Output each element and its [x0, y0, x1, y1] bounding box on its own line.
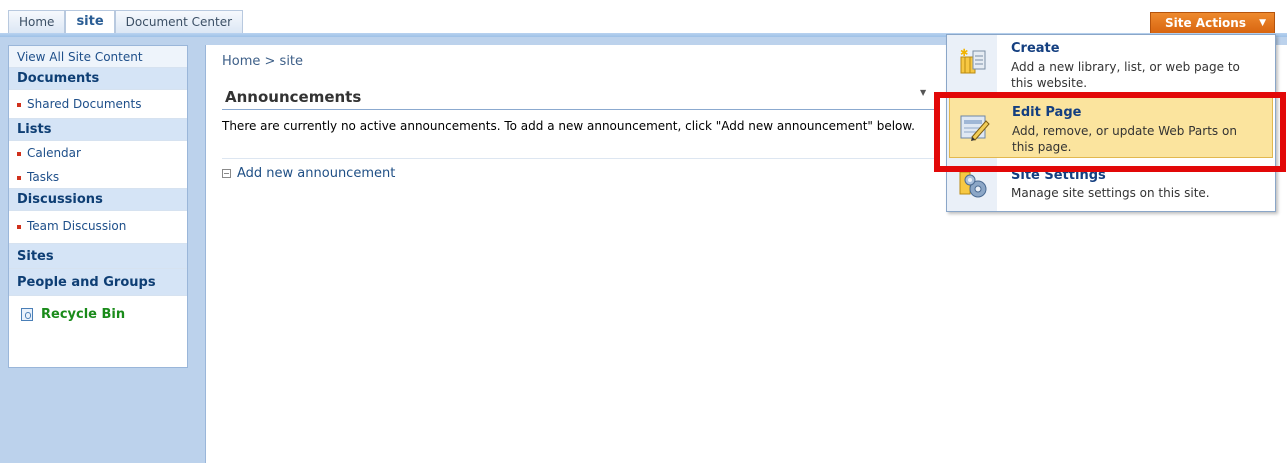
menu-item-create-title: Create — [1011, 41, 1060, 56]
menu-item-site-settings[interactable]: Site Settings Manage site settings on th… — [947, 159, 1275, 211]
announcements-empty-text: There are currently no active announceme… — [222, 119, 915, 133]
webpart-divider — [222, 158, 934, 159]
menu-item-edit-page-desc: Add, remove, or update Web Parts on this… — [1012, 124, 1237, 154]
nav-item-tasks[interactable]: Tasks — [9, 166, 187, 189]
svg-text:✱: ✱ — [960, 48, 968, 59]
edit-page-icon — [960, 115, 990, 141]
menu-item-edit-page-title: Edit Page — [1012, 105, 1082, 120]
recycle-bin-label: Recycle Bin — [41, 307, 126, 322]
site-settings-icon — [959, 171, 987, 198]
add-new-announcement-link[interactable]: Add new announcement — [222, 166, 395, 181]
nav-heading-sites[interactable]: Sites — [9, 244, 187, 269]
nav-item-label: Team Discussion — [27, 219, 127, 233]
nav-item-shared-documents[interactable]: Shared Documents — [9, 90, 187, 119]
nav-item-team-discussion[interactable]: Team Discussion — [9, 211, 187, 244]
site-actions-menu: ✱ Create Add a new library, list, or web… — [946, 34, 1276, 212]
webpart-menu-icon[interactable]: ▼ — [920, 88, 926, 97]
create-icon: ✱ — [960, 48, 986, 74]
view-all-site-content-link[interactable]: View All Site Content — [9, 46, 187, 68]
bullet-icon — [17, 102, 21, 107]
tab-document-center[interactable]: Document Center — [114, 10, 244, 34]
webpart-title-divider — [222, 109, 934, 110]
site-actions-button[interactable]: Site Actions ▼ — [1150, 12, 1275, 34]
nav-heading-lists[interactable]: Lists — [9, 119, 187, 141]
nav-heading-discussions[interactable]: Discussions — [9, 189, 187, 211]
tab-home[interactable]: Home — [8, 10, 66, 34]
menu-item-create[interactable]: ✱ Create Add a new library, list, or web… — [947, 35, 1275, 93]
chevron-down-icon: ▼ — [1259, 18, 1266, 28]
top-bar: Home site Document Center Site Actions ▼ — [0, 0, 1287, 35]
bullet-icon — [17, 175, 21, 180]
add-item-icon — [222, 169, 231, 178]
nav-item-label: Shared Documents — [27, 97, 142, 111]
nav-item-calendar[interactable]: Calendar — [9, 141, 187, 166]
nav-item-label: Tasks — [27, 170, 60, 184]
recycle-bin-link[interactable]: Recycle Bin — [9, 296, 187, 336]
menu-item-create-desc: Add a new library, list, or web page to … — [1011, 60, 1240, 90]
site-actions-label: Site Actions — [1165, 16, 1246, 30]
add-new-announcement-label: Add new announcement — [237, 166, 396, 181]
bullet-icon — [17, 151, 21, 156]
nav-heading-people-and-groups[interactable]: People and Groups — [9, 269, 187, 296]
bullet-icon — [17, 224, 21, 229]
recycle-bin-icon — [21, 308, 33, 321]
tab-site[interactable]: site — [65, 10, 115, 34]
nav-item-label: Calendar — [27, 146, 81, 160]
announcements-webpart-title[interactable]: Announcements — [225, 88, 361, 106]
menu-item-edit-page[interactable]: Edit Page Add, remove, or update Web Par… — [949, 96, 1273, 158]
quick-launch: View All Site Content Documents Shared D… — [8, 45, 188, 368]
top-nav-tabs: Home site Document Center — [8, 10, 244, 34]
breadcrumb[interactable]: Home > site — [222, 54, 303, 69]
menu-item-site-settings-title: Site Settings — [1011, 168, 1106, 183]
menu-item-site-settings-desc: Manage site settings on this site. — [1011, 186, 1210, 200]
nav-heading-documents[interactable]: Documents — [9, 68, 187, 90]
